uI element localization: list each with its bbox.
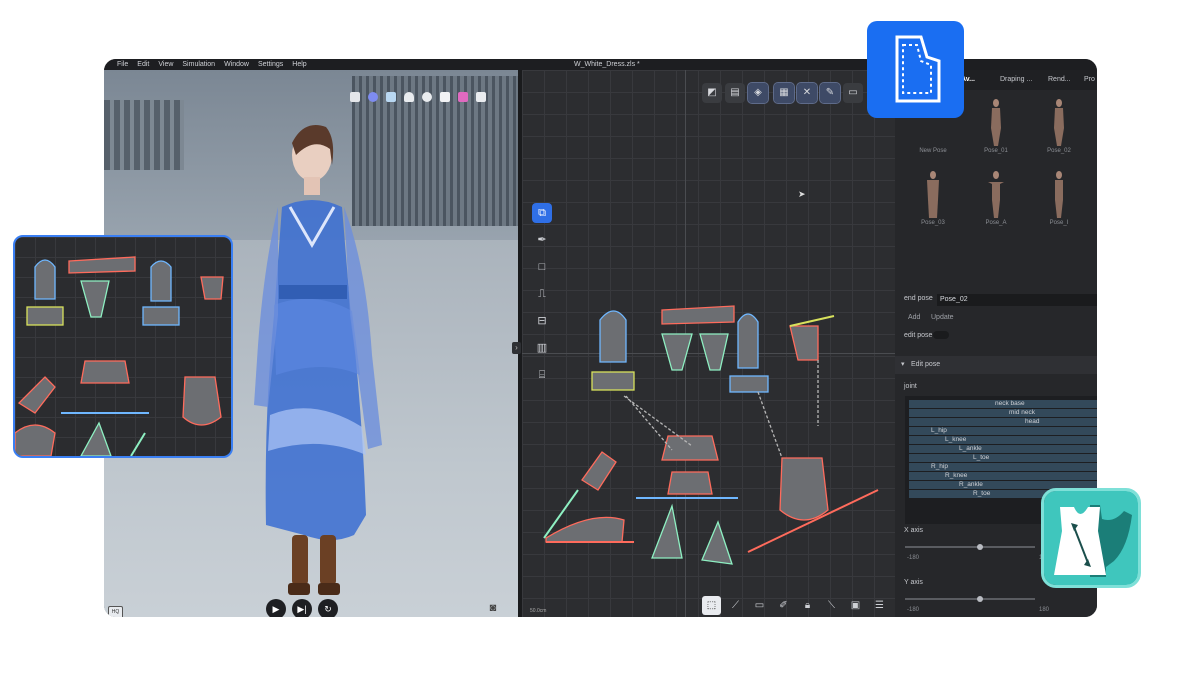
- joint-row[interactable]: R_knee: [909, 472, 1097, 480]
- fit-feature-badge: [1041, 488, 1141, 588]
- menu-window[interactable]: Window: [224, 59, 249, 70]
- menu-edit[interactable]: Edit: [137, 59, 149, 70]
- segment-icon[interactable]: ⟋: [726, 596, 745, 615]
- joint-row[interactable]: R_ankle: [909, 481, 1097, 489]
- y-axis-max: 180: [1039, 607, 1050, 613]
- add-button[interactable]: Add: [908, 312, 920, 324]
- pose-thumbnail[interactable]: Pose_01: [970, 94, 1022, 162]
- pattern-feature-badge: [867, 21, 964, 118]
- pose-figure: [927, 171, 939, 218]
- edit-pose-toggle[interactable]: [933, 331, 949, 339]
- reset-icon[interactable]: ↻: [318, 599, 338, 617]
- scale-label: 50.0cm: [530, 608, 547, 614]
- pattern-pieces[interactable]: [522, 70, 895, 617]
- play-icon[interactable]: ▶: [266, 599, 286, 617]
- slider-knob[interactable]: [977, 596, 983, 602]
- menu-view[interactable]: View: [158, 59, 173, 70]
- update-button[interactable]: Update: [931, 312, 954, 324]
- sewing-machine-icon[interactable]: [458, 92, 468, 102]
- pose-label: Pose_02: [1047, 148, 1071, 154]
- pose-thumbnail[interactable]: Pose_03: [907, 166, 959, 234]
- lock-icon[interactable]: 🔒︎: [798, 596, 817, 615]
- pen-edit-icon[interactable]: ✐: [774, 596, 793, 615]
- app-window: File Edit View Simulation Window Setting…: [104, 59, 1097, 617]
- pose-thumbnail[interactable]: Pose_02: [1033, 94, 1085, 162]
- pattern-zoom-pieces: [15, 256, 224, 456]
- x-axis-min: -180: [907, 555, 920, 561]
- y-axis-min: -180: [907, 607, 920, 613]
- pose-figure: [1055, 171, 1063, 218]
- viewport-2d[interactable]: ◩ ▤ ◈ ▦ ✕ ✎ ▭ ⧉ ✒ □ ⎍ ⊟ ▥ ⌸ ➤ ⬚ ⟋ ▭ ✐ 🔒︎…: [522, 70, 895, 617]
- pose-label: Pose_I: [1049, 220, 1069, 226]
- pattern-zoom-inset: [13, 235, 233, 458]
- settings-sliders-icon[interactable]: ☰: [870, 596, 889, 615]
- slider-knob[interactable]: [977, 544, 983, 550]
- joint-row[interactable]: mid neck: [909, 409, 1097, 417]
- pose-label: New Pose: [919, 148, 947, 154]
- measure-icon[interactable]: ▭: [750, 596, 769, 615]
- fabric-icon[interactable]: [386, 92, 396, 102]
- cube-icon[interactable]: [440, 92, 450, 102]
- joint-row[interactable]: head: [909, 418, 1097, 426]
- pose-figure: [1054, 99, 1064, 146]
- avatar-model[interactable]: [234, 115, 394, 610]
- image-icon[interactable]: ▣: [846, 596, 865, 615]
- edit-pose-section[interactable]: ▾ Edit pose: [895, 356, 1097, 374]
- joint-row[interactable]: L_ankle: [909, 445, 1097, 453]
- pose-label: Pose_01: [984, 148, 1008, 154]
- end-pose-field[interactable]: Pose_02: [937, 294, 1097, 306]
- pose-figure: [991, 99, 1001, 146]
- menu-help[interactable]: Help: [292, 59, 306, 70]
- step-forward-icon[interactable]: ▶|: [292, 599, 312, 617]
- menu-settings[interactable]: Settings: [258, 59, 283, 70]
- x-axis-label: X axis: [904, 527, 924, 534]
- background-window: [104, 100, 184, 170]
- collapse-right-icon[interactable]: ›: [512, 342, 521, 354]
- tab-render[interactable]: Rend...: [1048, 76, 1071, 83]
- avatar-icon[interactable]: [404, 92, 414, 102]
- camera-icon[interactable]: ◙: [486, 602, 500, 615]
- pose-label: Pose_A: [985, 220, 1007, 226]
- menu-simulation[interactable]: Simulation: [182, 59, 215, 70]
- sphere-icon[interactable]: [368, 92, 378, 102]
- tab-property[interactable]: Pro: [1084, 76, 1095, 83]
- joint-row[interactable]: L_knee: [909, 436, 1097, 444]
- hq-render-icon[interactable]: HQ: [108, 606, 123, 617]
- chevron-down-icon: ▾: [901, 361, 905, 368]
- trim-icon[interactable]: ⟍: [822, 596, 841, 615]
- joint-row[interactable]: R_hip: [909, 463, 1097, 471]
- pattern-piece-icon: [895, 35, 941, 103]
- y-axis-slider[interactable]: [905, 596, 1035, 602]
- user-icon[interactable]: [422, 92, 432, 102]
- garment-fit-icon: [1054, 505, 1132, 577]
- pose-figure: [988, 171, 1004, 218]
- joint-row[interactable]: L_toe: [909, 454, 1097, 462]
- wireframe-icon[interactable]: [350, 92, 360, 102]
- pose-thumbnail[interactable]: Pose_I: [1033, 166, 1085, 234]
- edit-pose-label: edit pose: [904, 332, 933, 339]
- select-mesh-icon[interactable]: ⬚: [702, 596, 721, 615]
- section-title: Edit pose: [911, 361, 941, 368]
- joint-row[interactable]: neck base: [909, 400, 1097, 408]
- joint-label: joint: [904, 383, 917, 390]
- pose-label: Pose_03: [921, 220, 945, 226]
- y-axis-label: Y axis: [904, 579, 923, 586]
- joint-row[interactable]: L_hip: [909, 427, 1097, 435]
- x-axis-slider[interactable]: [905, 544, 1035, 550]
- tab-draping[interactable]: Draping ...: [1000, 76, 1032, 83]
- end-pose-label: end pose: [904, 295, 933, 302]
- box-icon[interactable]: [476, 92, 486, 102]
- document-title: W_White_Dress.zls *: [574, 61, 640, 68]
- pose-thumbnail[interactable]: Pose_A: [970, 166, 1022, 234]
- menu-file[interactable]: File: [117, 59, 128, 70]
